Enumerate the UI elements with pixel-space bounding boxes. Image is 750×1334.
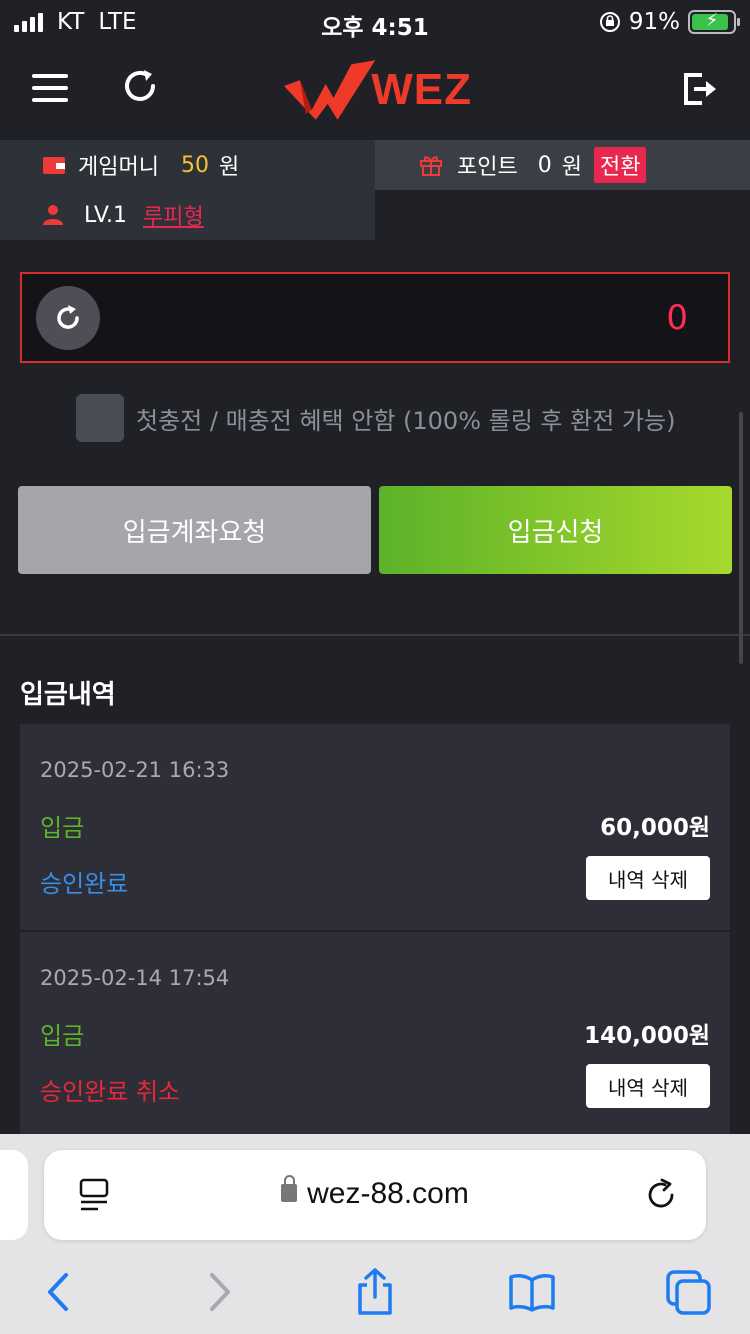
- deposit-amount-value: 0: [666, 297, 688, 338]
- carrier-label: KT: [57, 9, 85, 35]
- url-display: wez-88.com: [44, 1175, 706, 1211]
- status-bar: KT LTE 오후 4:51 91% ⚡: [0, 0, 750, 44]
- points-cell: 포인트 0 원 전환: [375, 140, 750, 190]
- wallet-icon: [43, 157, 65, 174]
- menu-icon[interactable]: [32, 74, 68, 102]
- game-money-value: 50: [180, 152, 209, 178]
- deposit-history-title: 입금내역: [20, 680, 116, 710]
- lock-icon: [281, 1175, 298, 1203]
- game-money-label: 게임머니: [78, 155, 159, 180]
- network-label: LTE: [98, 9, 137, 35]
- account-info-row-2: LV.1 루피형: [0, 190, 750, 240]
- points-value: 0: [537, 152, 552, 178]
- no-bonus-checkbox[interactable]: [76, 394, 124, 442]
- section-divider: [0, 634, 750, 636]
- scrollbar[interactable]: [739, 412, 743, 664]
- account-info-row-1: 게임머니 50 원 포인트 0 원 전환: [0, 140, 750, 190]
- delete-record-button[interactable]: 내역 삭제: [586, 856, 710, 900]
- reload-icon[interactable]: [644, 1178, 678, 1212]
- battery-percent: 91%: [628, 9, 680, 35]
- deposit-apply-button[interactable]: 입금신청: [379, 486, 732, 574]
- game-money-unit: 원: [218, 155, 240, 180]
- record-status: 승인완료 취소: [40, 1078, 181, 1106]
- site-logo[interactable]: WEZ: [282, 58, 472, 122]
- refresh-icon[interactable]: [120, 66, 160, 106]
- app-header: WEZ: [0, 44, 750, 140]
- tabs-icon: [666, 1270, 711, 1315]
- bookmarks-button[interactable]: [508, 1268, 556, 1316]
- deposit-amount-display: 0: [20, 272, 730, 363]
- logo-mark-icon: [283, 60, 376, 120]
- game-money-cell: 게임머니 50 원: [0, 140, 375, 190]
- nickname-link[interactable]: 루피형: [143, 199, 204, 231]
- browser-address-area: wez-88.com: [0, 1134, 750, 1252]
- address-bar[interactable]: wez-88.com: [44, 1150, 706, 1240]
- chevron-right-icon: [210, 1273, 230, 1311]
- history-record: 2025-02-14 17:54 입금 140,000원 승인완료 취소 내역 …: [20, 932, 730, 1142]
- share-icon: [358, 1268, 392, 1315]
- battery-icon: ⚡: [688, 10, 740, 34]
- rotation-lock-icon: [599, 12, 620, 32]
- forward-button[interactable]: [196, 1268, 244, 1316]
- history-record: 2025-02-21 16:33 입금 60,000원 승인완료 내역 삭제: [20, 724, 730, 930]
- record-status: 승인완료: [40, 870, 129, 898]
- level-label: LV.1: [84, 202, 128, 228]
- back-button[interactable]: [34, 1268, 82, 1316]
- empty-cell: [375, 190, 750, 240]
- no-bonus-label: 첫충전 / 매충전 혜택 안함 (100% 롤링 후 환전 가능): [136, 406, 676, 435]
- reset-amount-button[interactable]: [36, 285, 100, 350]
- gift-icon: [420, 156, 442, 176]
- points-label: 포인트: [457, 155, 518, 180]
- convert-button[interactable]: 전환: [593, 147, 647, 183]
- previous-tab-preview[interactable]: [0, 1150, 28, 1240]
- record-type: 입금: [40, 814, 85, 842]
- reset-icon: [57, 304, 79, 329]
- share-button[interactable]: [351, 1268, 399, 1316]
- url-text: wez-88.com: [307, 1177, 469, 1210]
- delete-record-button[interactable]: 내역 삭제: [586, 1064, 710, 1108]
- browser-toolbar: [0, 1252, 750, 1334]
- record-date: 2025-02-14 17:54: [40, 966, 230, 990]
- level-cell: LV.1 루피형: [0, 190, 375, 240]
- logo-text: WEZ: [371, 65, 472, 114]
- book-icon: [509, 1274, 555, 1312]
- request-account-button[interactable]: 입금계좌요청: [18, 486, 371, 574]
- signal-icon: [14, 12, 43, 32]
- bonus-option: 첫충전 / 매충전 혜택 안함 (100% 롤링 후 환전 가능): [76, 394, 675, 442]
- user-icon: [43, 205, 63, 225]
- chevron-left-icon: [48, 1273, 68, 1311]
- points-unit: 원: [561, 155, 582, 180]
- record-amount: 60,000원: [600, 815, 710, 841]
- record-amount: 140,000원: [584, 1023, 710, 1049]
- tabs-button[interactable]: [664, 1268, 712, 1316]
- record-date: 2025-02-21 16:33: [40, 758, 230, 782]
- record-type: 입금: [40, 1022, 85, 1050]
- logout-icon[interactable]: [682, 70, 720, 108]
